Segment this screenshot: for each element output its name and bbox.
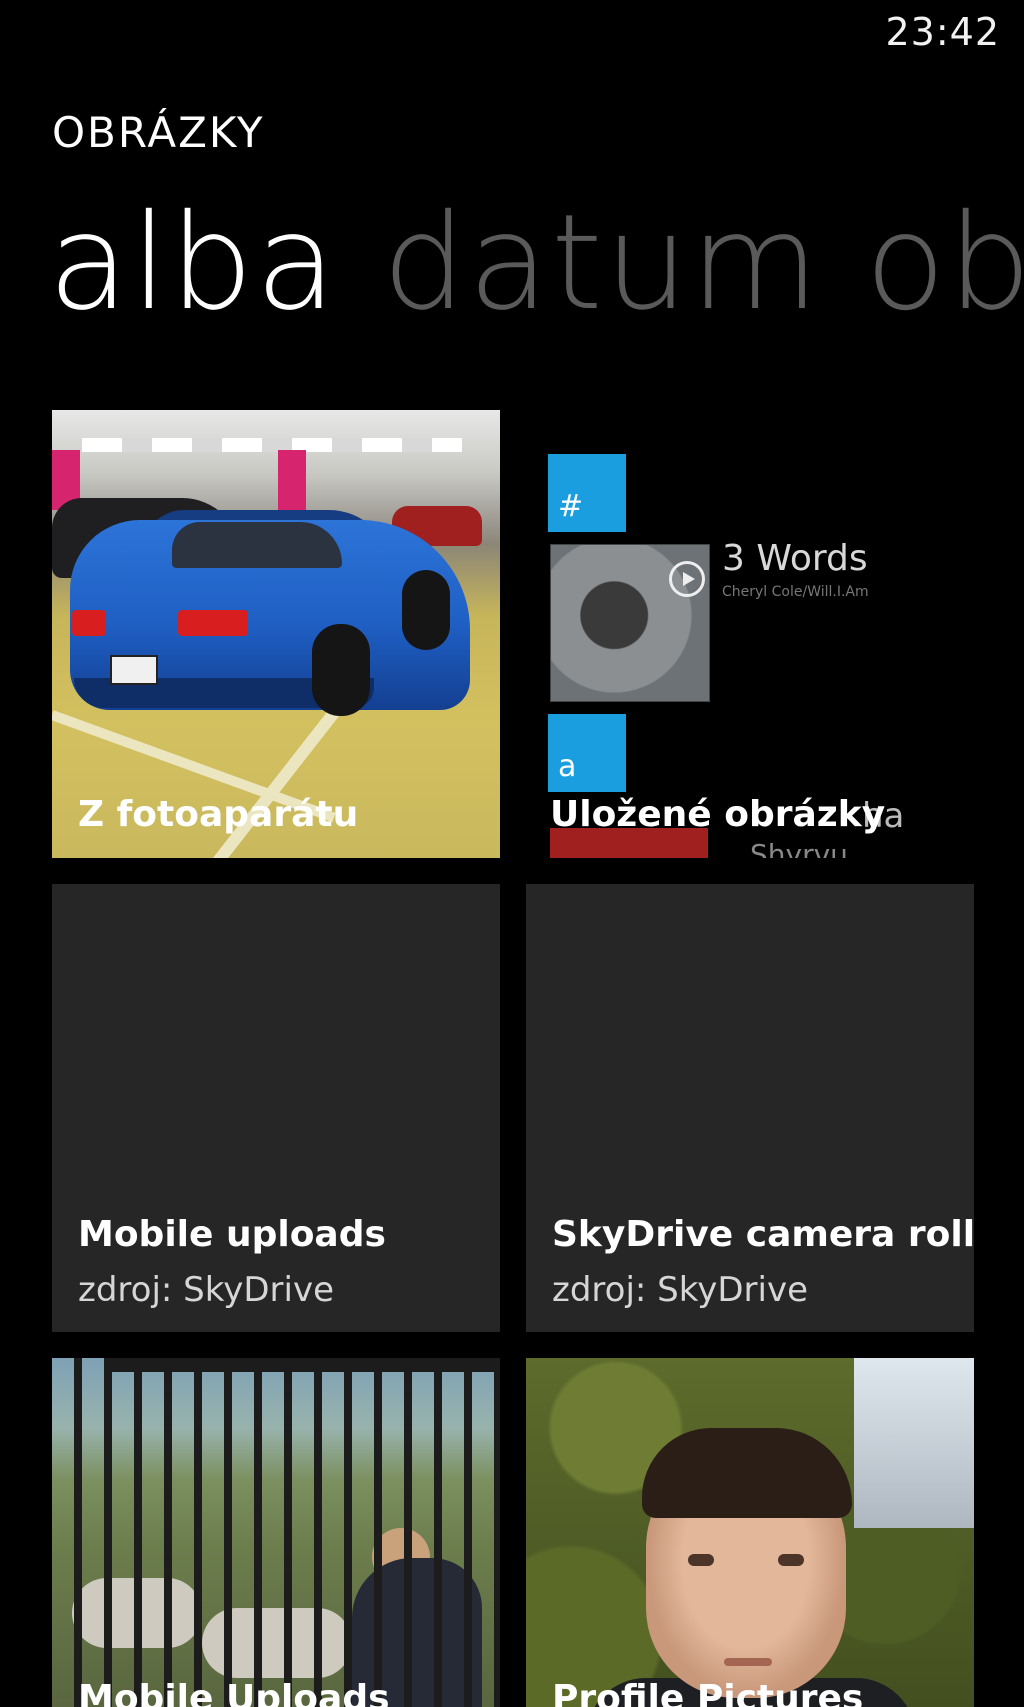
album-tile-camera-roll[interactable]: Z fotoaparátu (52, 410, 500, 858)
song-artist: Cheryl Cole/Will.I.Am (722, 584, 869, 600)
album-thumbnail (526, 1358, 974, 1707)
album-name: Uložené obrázky (550, 794, 886, 835)
pivot-item-datum[interactable]: datum (382, 186, 821, 340)
status-time: 23:42 (885, 10, 1000, 54)
pivot-item-obrazky[interactable]: ob (865, 186, 1024, 340)
album-name: Z fotoaparátu (78, 794, 359, 835)
album-name: SkyDrive camera roll (552, 1214, 974, 1255)
album-tile-profile-pictures[interactable]: Profile Pictures (526, 1358, 974, 1707)
album-tile-skydrive-camera-roll[interactable]: SkyDrive camera roll zdroj: SkyDrive (526, 884, 974, 1332)
album-thumbnail (52, 1358, 500, 1707)
album-name: Mobile Uploads (78, 1678, 390, 1707)
album-thumbnail (52, 410, 500, 858)
song-title: 3 Words (722, 538, 868, 579)
peek-subtitle: Shyrvu (750, 838, 848, 858)
jump-letter-hash: # (548, 454, 626, 532)
album-tile-mobile-uploads-photos[interactable]: Mobile Uploads (52, 1358, 500, 1707)
album-tile-saved-pictures[interactable]: # 3 Words Cheryl Cole/Will.I.Am a ha Shy… (530, 410, 978, 858)
app-title: OBRÁZKY (52, 108, 265, 157)
pivot-header: alba datum ob (48, 186, 1024, 340)
jump-letter-a: a (548, 714, 626, 792)
album-source: zdroj: SkyDrive (552, 1270, 808, 1310)
album-name: Profile Pictures (552, 1678, 864, 1707)
album-name: Mobile uploads (78, 1214, 386, 1255)
album-tile-mobile-uploads[interactable]: Mobile uploads zdroj: SkyDrive (52, 884, 500, 1332)
play-icon (669, 561, 705, 597)
album-source: zdroj: SkyDrive (78, 1270, 334, 1310)
pivot-item-alba[interactable]: alba (48, 186, 338, 340)
album-art (550, 544, 710, 702)
